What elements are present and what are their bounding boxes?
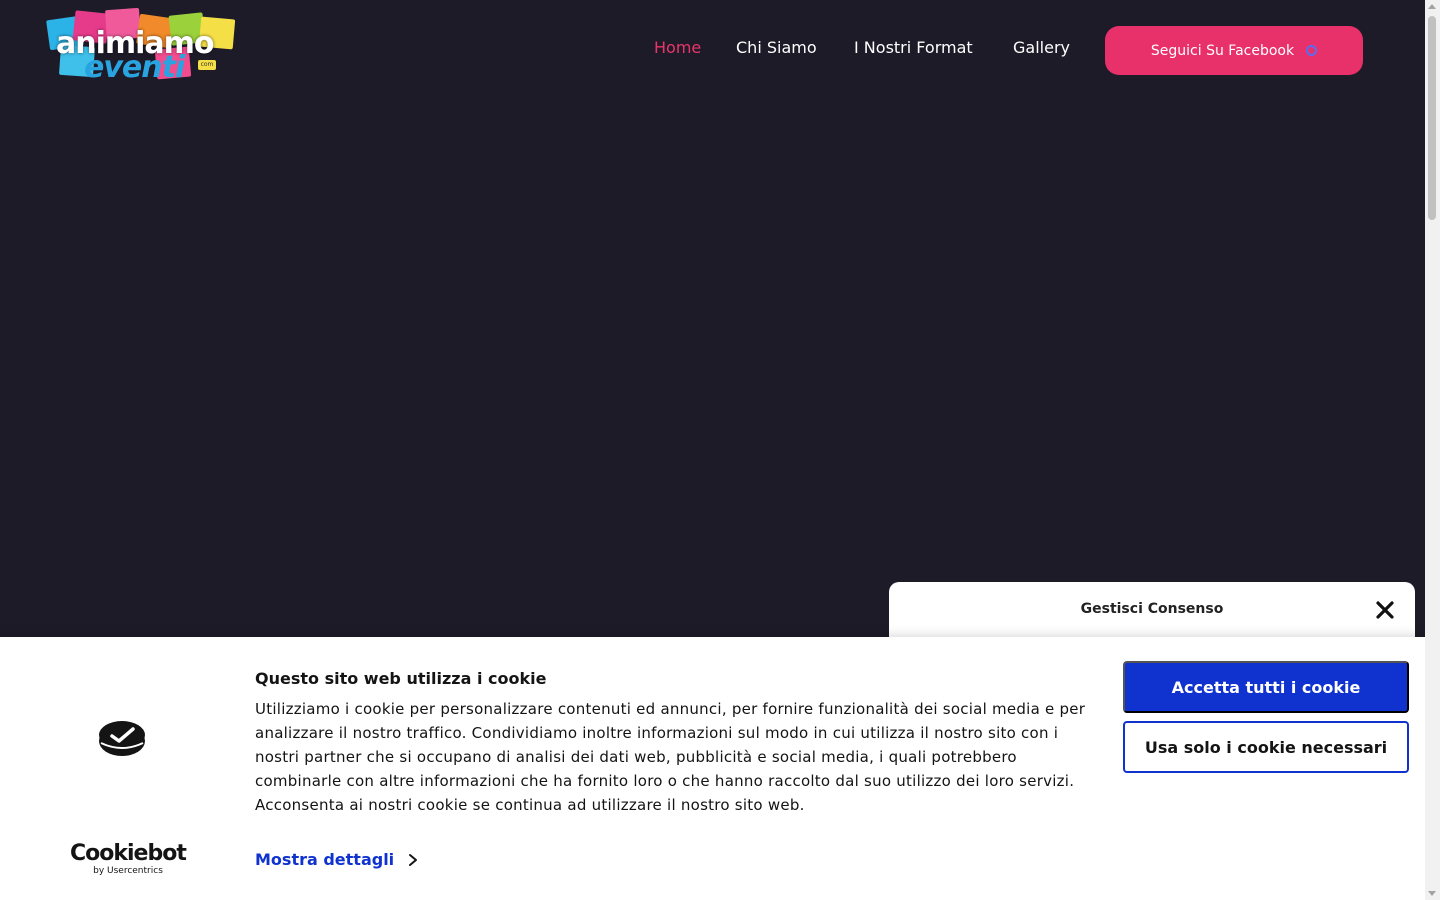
- logo-text-com: com: [198, 60, 216, 70]
- nav-item-chi-siamo[interactable]: Chi Siamo: [736, 38, 817, 57]
- page-scrollbar[interactable]: [1425, 0, 1440, 900]
- logo-text-eventi: eventi: [84, 50, 185, 85]
- nav-item-gallery[interactable]: Gallery: [1013, 38, 1070, 57]
- cookiebot-brand-by: by Usercentrics: [93, 866, 163, 876]
- facebook-cta-label: Seguici Su Facebook: [1150, 42, 1295, 59]
- nav-item-home[interactable]: Home: [654, 38, 701, 57]
- close-icon[interactable]: [1375, 600, 1395, 620]
- consent-panel-title: Gestisci Consenso: [1080, 601, 1224, 617]
- cookiebot-mark-icon: [99, 721, 145, 756]
- scroll-up-arrow-icon[interactable]: [1428, 4, 1436, 9]
- facebook-icon: [1306, 45, 1318, 56]
- necessary-cookies-only-button[interactable]: Usa solo i cookie necessari: [1123, 721, 1409, 773]
- cookiebot-logo: Cookiebot by Usercentrics: [70, 841, 187, 877]
- show-details-link[interactable]: Mostra dettagli: [255, 850, 420, 869]
- cookie-banner-title: Questo sito web utilizza i cookie: [255, 669, 547, 688]
- chevron-right-icon: [409, 853, 418, 866]
- site-logo[interactable]: animiamo eventi com: [46, 6, 240, 92]
- facebook-cta-button[interactable]: Seguici Su Facebook: [1105, 26, 1363, 75]
- scroll-down-arrow-icon[interactable]: [1428, 891, 1436, 896]
- cookiebot-brand-name: Cookiebot: [70, 841, 187, 866]
- cookie-banner-text: Utilizziamo i cookie per personalizzare …: [255, 700, 1086, 814]
- page: animiamo eventi com Home Chi Siamo I Nos…: [0, 0, 1425, 900]
- cookie-banner: Cookiebot by Usercentrics Questo sito we…: [0, 637, 1425, 900]
- show-details-label: Mostra dettagli: [255, 850, 395, 869]
- accept-all-cookies-button[interactable]: Accetta tutti i cookie: [1123, 661, 1409, 713]
- nav-item-i-nostri-format[interactable]: I Nostri Format: [854, 38, 973, 57]
- scrollbar-thumb[interactable]: [1428, 16, 1436, 220]
